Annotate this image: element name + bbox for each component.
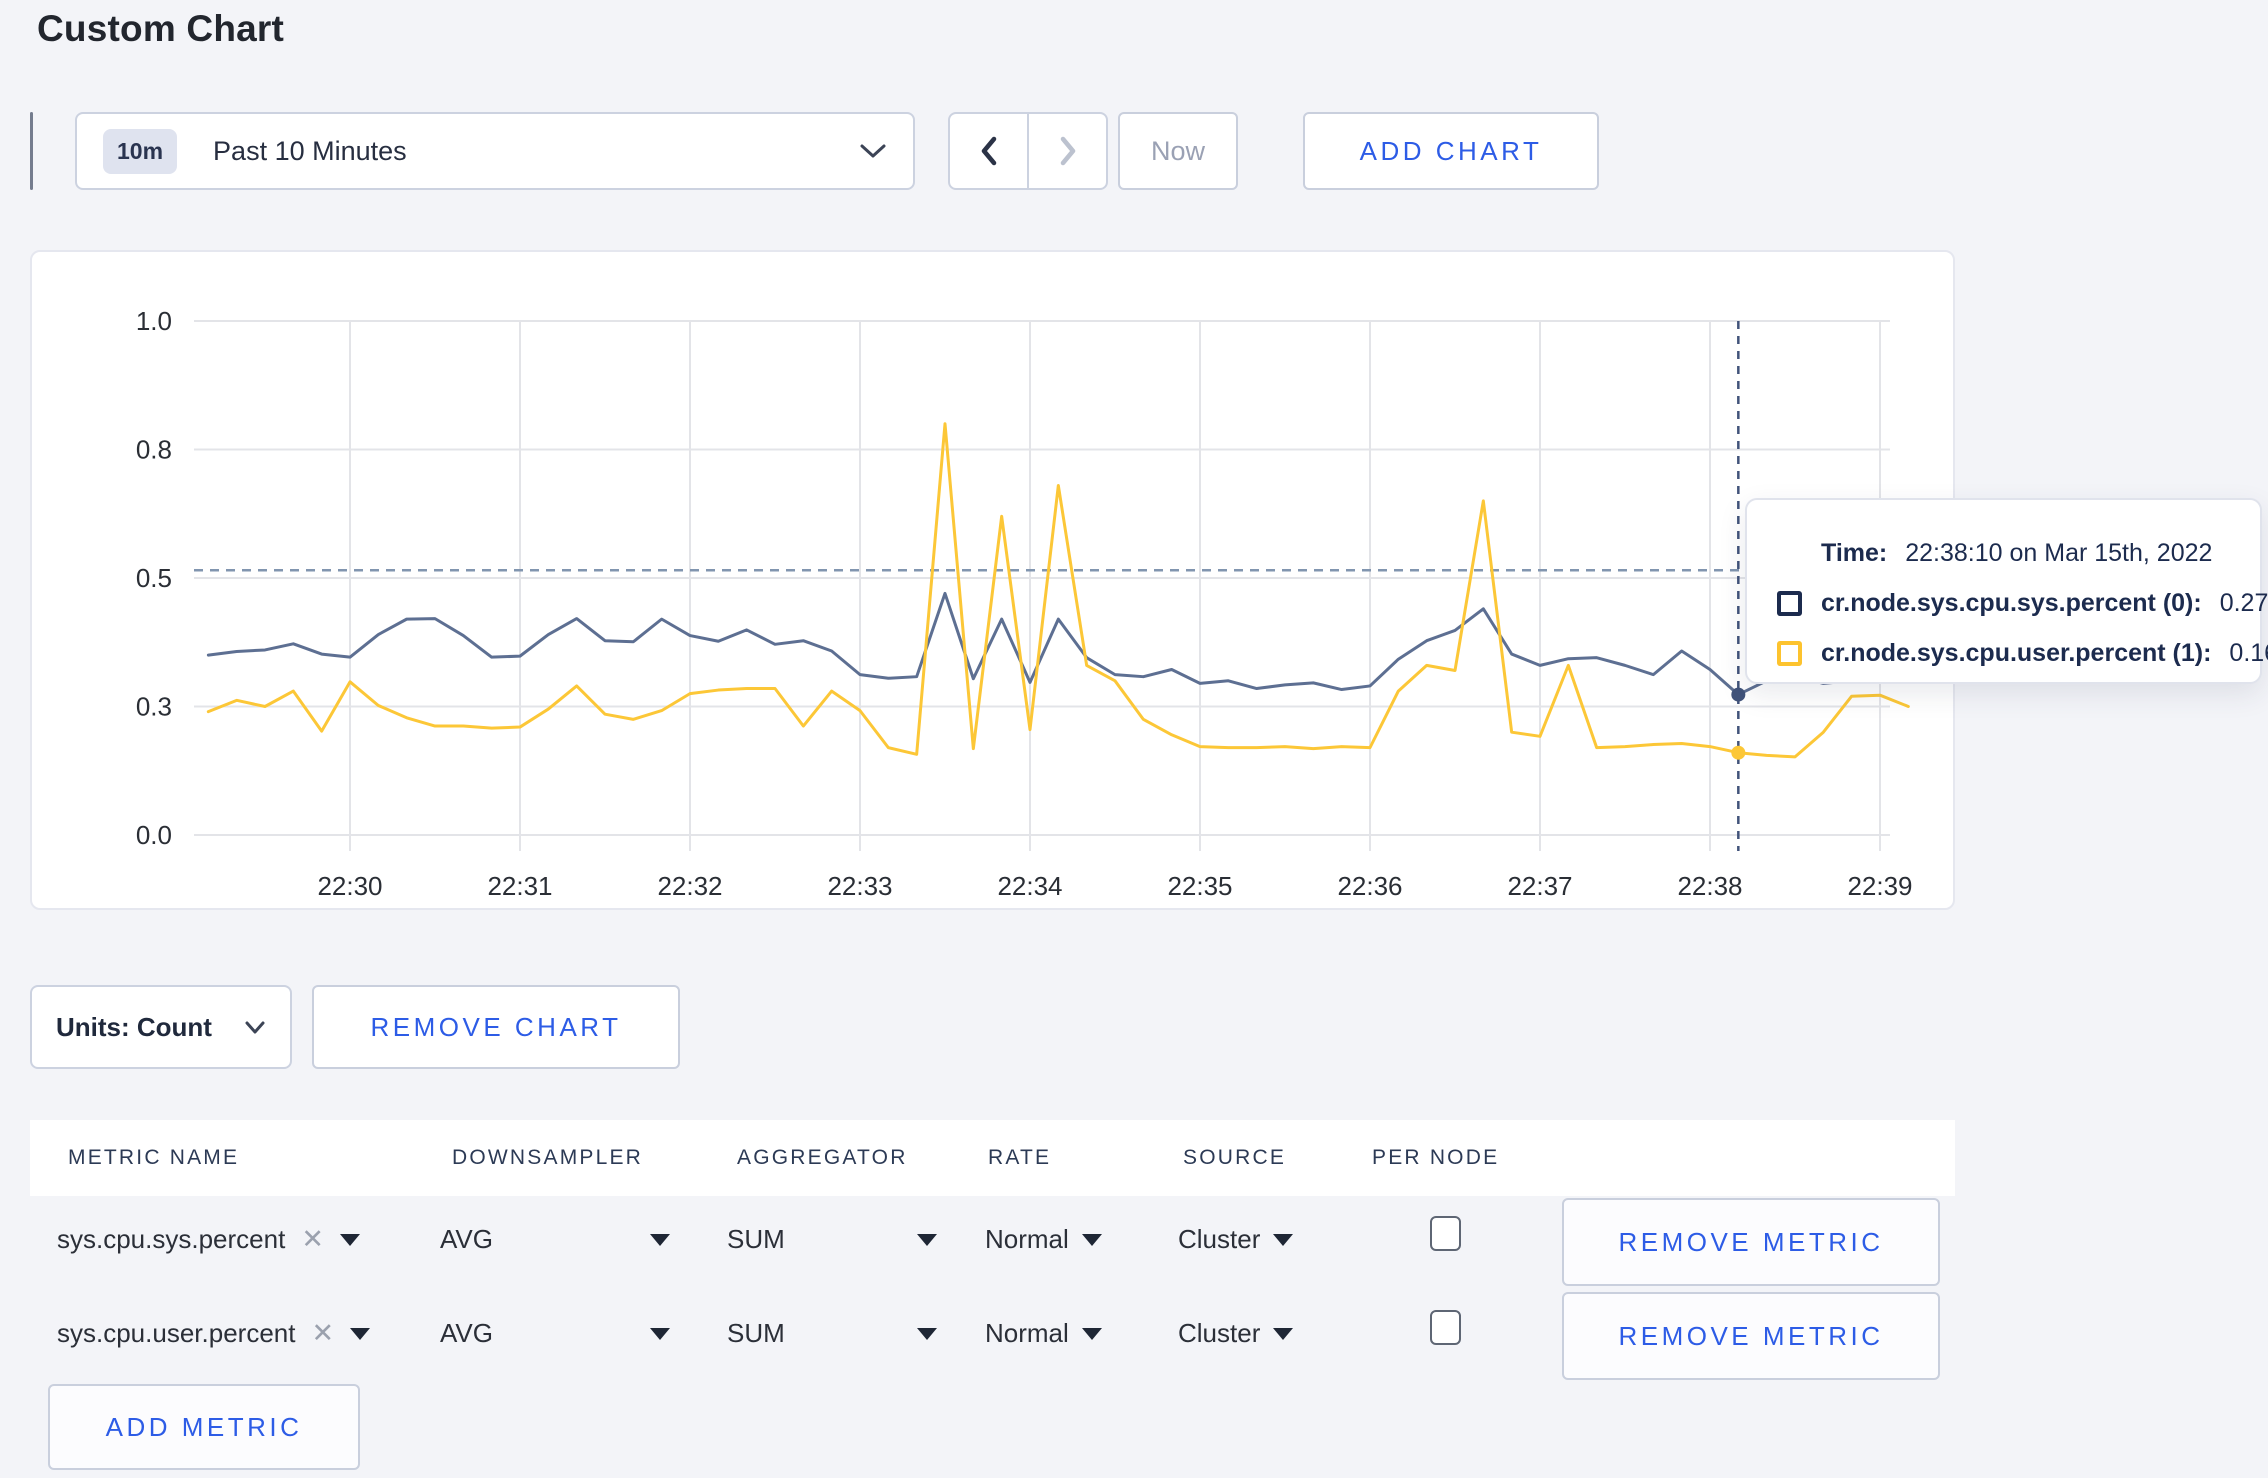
- time-range-label: Past 10 Minutes: [213, 135, 407, 166]
- tooltip-user-label: cr.node.sys.cpu.user.percent (1):: [1821, 638, 2212, 667]
- time-range-badge: 10m: [103, 128, 178, 174]
- rate-value: Normal: [985, 1318, 1069, 1348]
- chevron-left-icon: [981, 136, 996, 166]
- tooltip-time-value: 22:38:10 on Mar 15th, 2022: [1905, 538, 2213, 567]
- time-forward-button[interactable]: [1028, 112, 1108, 190]
- svg-text:22:38: 22:38: [1677, 871, 1742, 901]
- remove-tag-icon[interactable]: ✕: [301, 1226, 324, 1253]
- rate-select[interactable]: Normal: [985, 1224, 1102, 1255]
- svg-text:22:31: 22:31: [487, 871, 552, 901]
- caret-down-icon: [350, 1327, 371, 1340]
- caret-down-icon: [1273, 1327, 1294, 1340]
- tooltip-sys-value: 0.2732: [2219, 588, 2268, 617]
- downsampler-value: AVG: [440, 1224, 493, 1254]
- source-select[interactable]: Cluster: [1178, 1318, 1294, 1349]
- time-range-select[interactable]: 10m Past 10 Minutes: [75, 112, 915, 190]
- caret-down-icon: [1081, 1327, 1102, 1340]
- add-metric-button[interactable]: ADD METRIC: [48, 1384, 360, 1470]
- rate-select[interactable]: Normal: [985, 1318, 1102, 1349]
- source-value: Cluster: [1178, 1224, 1261, 1254]
- caret-down-icon: [650, 1233, 670, 1246]
- aggregator-select[interactable]: SUM: [727, 1318, 937, 1349]
- svg-text:22:39: 22:39: [1847, 871, 1912, 901]
- metric-row: sys.cpu.user.percent ✕ AVG SUM Normal Cl…: [30, 1292, 1955, 1382]
- caret-down-icon: [917, 1233, 937, 1246]
- metric-name: sys.cpu.user.percent: [57, 1318, 296, 1348]
- chart-tooltip: Time: 22:38:10 on Mar 15th, 2022 cr.node…: [1745, 498, 2268, 684]
- remove-tag-icon[interactable]: ✕: [311, 1320, 334, 1347]
- cpu-time-series-chart[interactable]: 0.0 0.3 0.5 0.8 1.0 22:30 22:31 22:32 22:33 22:34…: [32, 252, 1957, 912]
- svg-text:0.3: 0.3: [136, 692, 172, 722]
- rate-value: Normal: [985, 1224, 1069, 1254]
- remove-chart-button[interactable]: REMOVE CHART: [312, 985, 680, 1069]
- tooltip-sys-label: cr.node.sys.cpu.sys.percent (0):: [1821, 588, 2202, 617]
- col-header-aggregator: AGGREGATOR: [737, 1146, 908, 1169]
- aggregator-select[interactable]: SUM: [727, 1224, 937, 1255]
- col-header-per-node: PER NODE: [1372, 1146, 1500, 1169]
- caret-down-icon: [1273, 1233, 1294, 1246]
- metric-name-select[interactable]: sys.cpu.user.percent ✕: [57, 1318, 371, 1349]
- svg-text:0.8: 0.8: [136, 435, 172, 465]
- chart-card: 0.0 0.3 0.5 0.8 1.0 22:30 22:31 22:32 22:33 22:34…: [30, 250, 1955, 910]
- caret-down-icon: [339, 1233, 360, 1246]
- remove-metric-button[interactable]: REMOVE METRIC: [1562, 1198, 1940, 1286]
- tooltip-series-row: cr.node.sys.cpu.sys.percent (0): 0.2732: [1777, 578, 2268, 628]
- per-node-checkbox[interactable]: [1430, 1310, 1461, 1345]
- tooltip-series-row: cr.node.sys.cpu.user.percent (1): 0.1601: [1777, 628, 2268, 678]
- units-label: Units: Count: [56, 1011, 212, 1042]
- units-select[interactable]: Units: Count: [30, 985, 292, 1069]
- metrics-table-header: METRIC NAME DOWNSAMPLER AGGREGATOR RATE …: [30, 1120, 1955, 1196]
- toolbar-left-divider: [30, 112, 33, 190]
- source-value: Cluster: [1178, 1318, 1261, 1348]
- chevron-down-icon: [860, 144, 886, 158]
- caret-down-icon: [1081, 1233, 1102, 1246]
- chevron-right-icon: [1060, 136, 1075, 166]
- chevron-down-icon: [245, 1021, 265, 1033]
- time-nav-group: [948, 112, 1108, 190]
- col-header-source: SOURCE: [1183, 1146, 1287, 1169]
- aggregator-value: SUM: [727, 1224, 785, 1254]
- remove-metric-button[interactable]: REMOVE METRIC: [1562, 1292, 1940, 1380]
- tooltip-time-row: Time: 22:38:10 on Mar 15th, 2022: [1777, 528, 2230, 578]
- caret-down-icon: [650, 1327, 670, 1340]
- svg-text:22:30: 22:30: [317, 871, 382, 901]
- svg-text:22:35: 22:35: [1167, 871, 1232, 901]
- svg-text:22:37: 22:37: [1507, 871, 1572, 901]
- caret-down-icon: [917, 1327, 937, 1340]
- per-node-checkbox[interactable]: [1430, 1216, 1461, 1251]
- metric-row: sys.cpu.sys.percent ✕ AVG SUM Normal Clu…: [30, 1198, 1955, 1288]
- source-select[interactable]: Cluster: [1178, 1224, 1294, 1255]
- downsampler-select[interactable]: AVG: [440, 1318, 670, 1349]
- svg-text:0.0: 0.0: [136, 820, 172, 850]
- svg-text:0.5: 0.5: [136, 563, 172, 593]
- time-back-button[interactable]: [948, 112, 1028, 190]
- metric-name-select[interactable]: sys.cpu.sys.percent ✕: [57, 1224, 360, 1255]
- tooltip-user-value: 0.1601: [2229, 638, 2268, 667]
- user-percent-swatch-icon: [1777, 640, 1802, 666]
- col-header-metric-name: METRIC NAME: [68, 1146, 240, 1169]
- svg-text:22:34: 22:34: [997, 871, 1062, 901]
- svg-text:22:36: 22:36: [1337, 871, 1402, 901]
- svg-text:22:33: 22:33: [827, 871, 892, 901]
- metric-name: sys.cpu.sys.percent: [57, 1224, 286, 1254]
- col-header-rate: RATE: [988, 1146, 1052, 1169]
- svg-text:1.0: 1.0: [136, 306, 172, 336]
- col-header-downsampler: DOWNSAMPLER: [452, 1146, 644, 1169]
- custom-chart-page: Custom Chart 10m Past 10 Minutes Now ADD…: [0, 0, 2268, 1478]
- svg-text:22:32: 22:32: [657, 871, 722, 901]
- add-chart-button[interactable]: ADD CHART: [1303, 112, 1599, 190]
- aggregator-value: SUM: [727, 1318, 785, 1348]
- page-title: Custom Chart: [37, 8, 285, 49]
- sys-percent-swatch-icon: [1777, 590, 1802, 616]
- now-button[interactable]: Now: [1118, 112, 1238, 190]
- downsampler-value: AVG: [440, 1318, 493, 1348]
- tooltip-time-label: Time:: [1821, 538, 1888, 567]
- downsampler-select[interactable]: AVG: [440, 1224, 670, 1255]
